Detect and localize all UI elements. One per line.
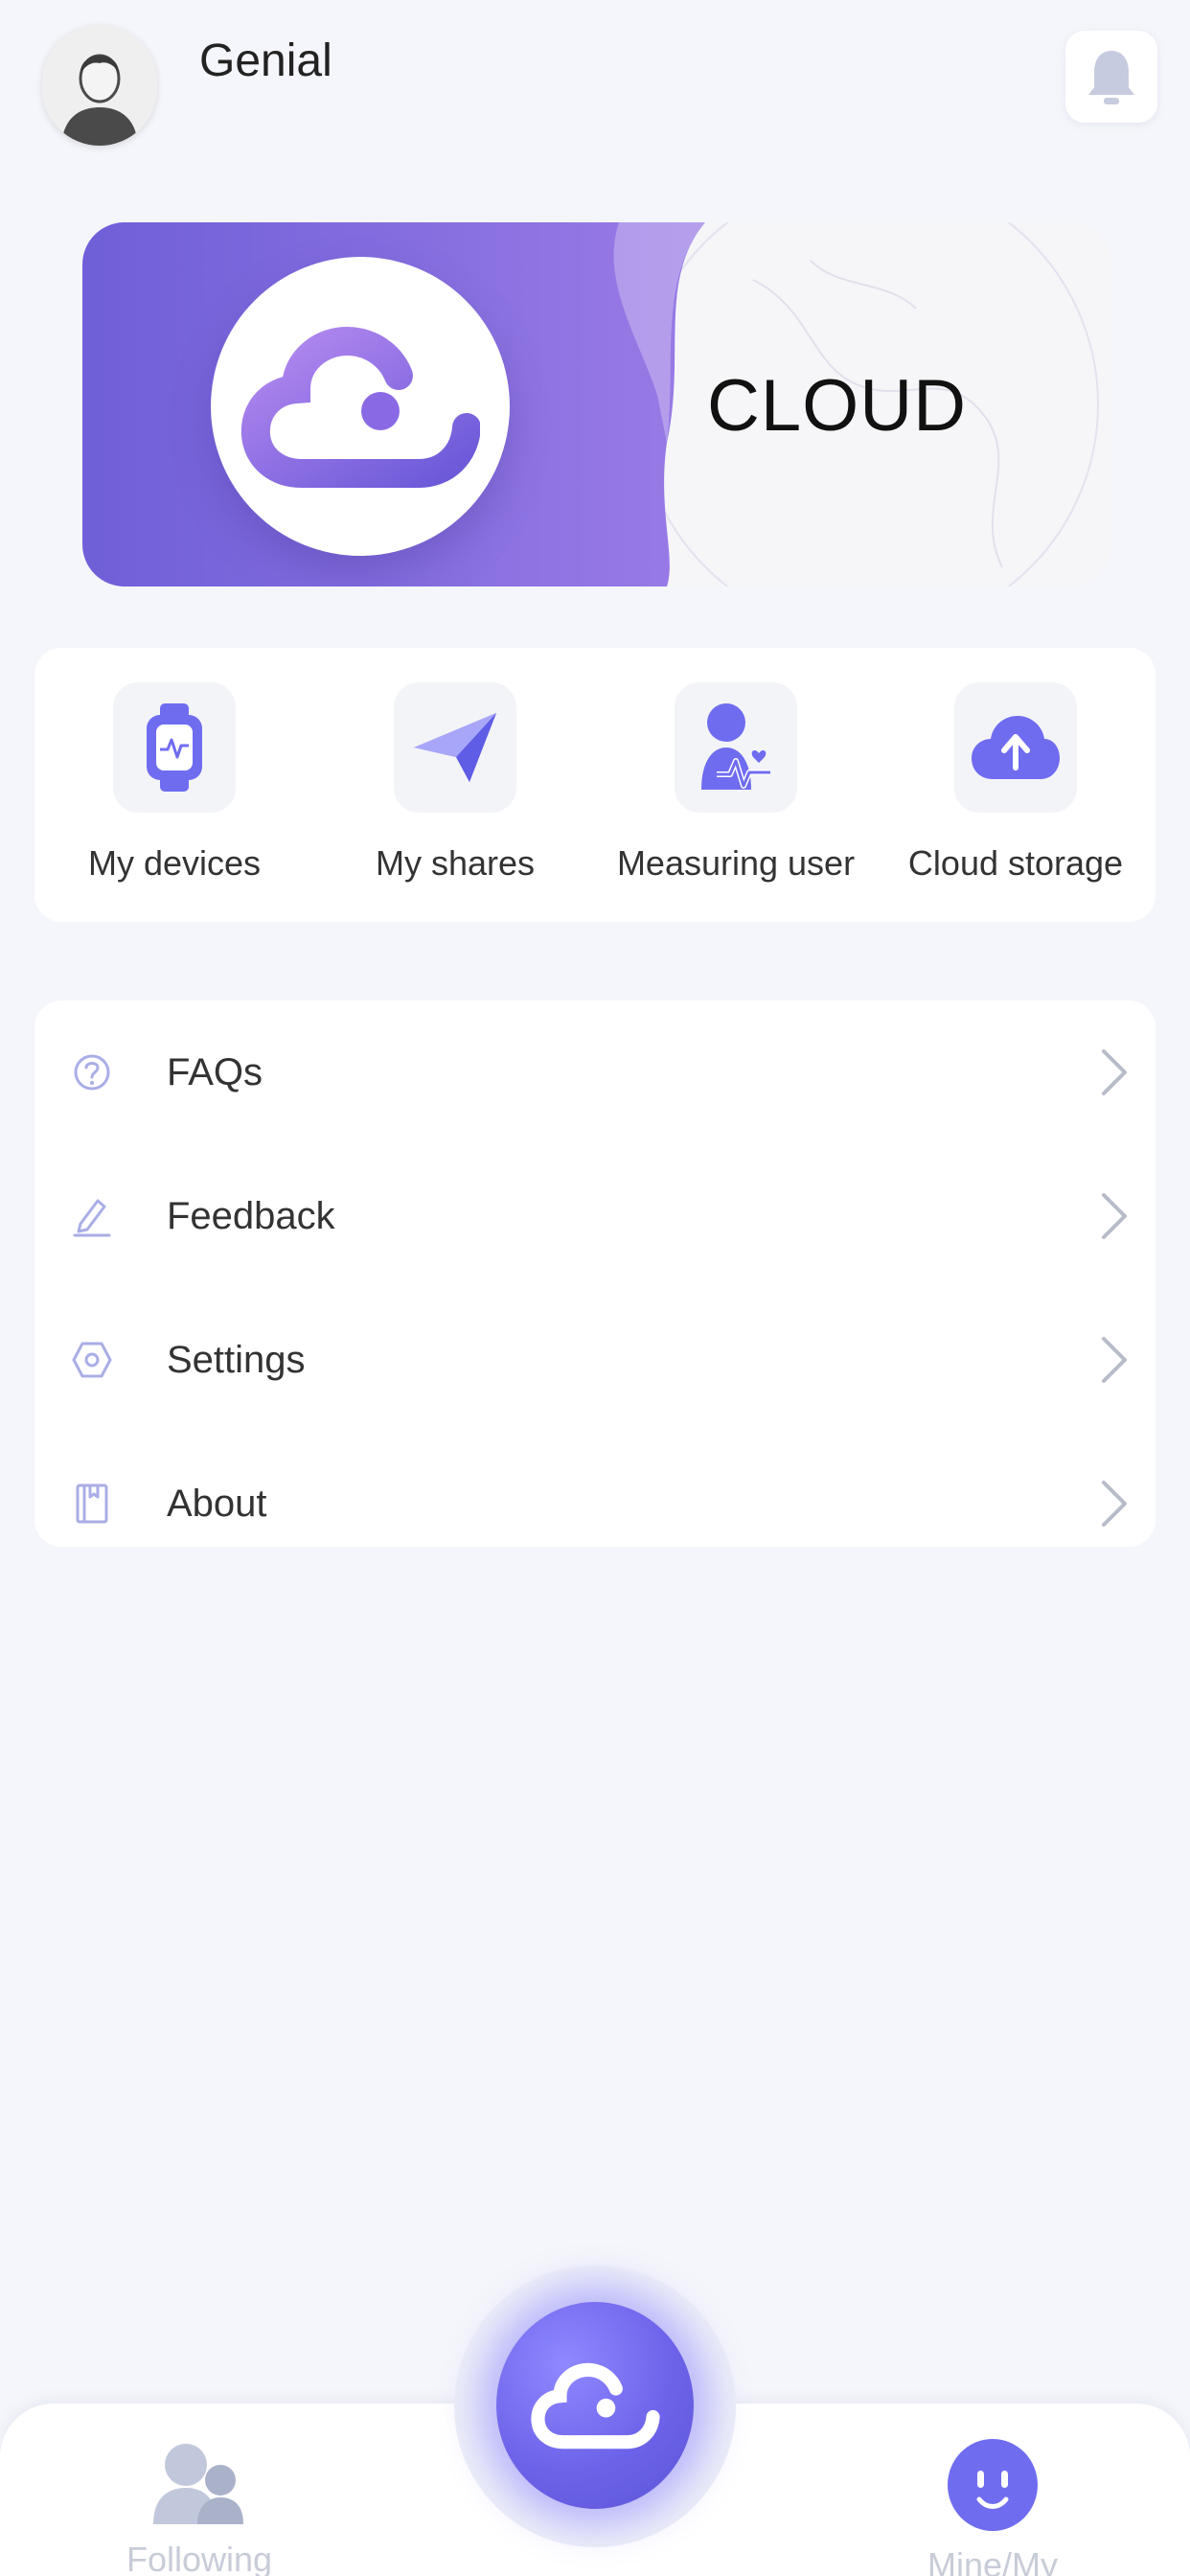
bell-icon (1088, 51, 1134, 104)
smartwatch-icon (147, 703, 202, 792)
cloud-upload-icon (972, 716, 1060, 779)
cloud-logo-icon (531, 2362, 660, 2450)
user-heartbeat-icon (701, 703, 770, 790)
menu-item-settings[interactable]: Settings (34, 1288, 1156, 1432)
quick-actions: My devices My shares Measuring user Clou… (34, 648, 1156, 922)
menu-list: FAQs Feedback Settings About (34, 1000, 1156, 1547)
qa-icon-box (113, 682, 236, 813)
menu-item-label: FAQs (167, 1050, 263, 1093)
avatar[interactable] (42, 25, 157, 146)
menu-item-label: Settings (167, 1338, 306, 1381)
pencil-icon (63, 1187, 121, 1245)
tab-label: Following (126, 2540, 273, 2576)
qa-icon-box (675, 682, 797, 813)
qa-label: My shares (375, 843, 536, 883)
user-avatar-icon (42, 25, 157, 146)
tab-following[interactable]: Following (103, 2442, 295, 2576)
paper-plane-icon (414, 713, 496, 782)
my-devices-button[interactable]: My devices (34, 682, 314, 903)
menu-item-feedback[interactable]: Feedback (34, 1144, 1156, 1288)
question-circle-icon (63, 1044, 121, 1101)
qa-label: My devices (87, 843, 262, 883)
my-shares-button[interactable]: My shares (315, 682, 595, 903)
cloud-storage-button[interactable]: Cloud storage (876, 682, 1156, 903)
cloud-logo (211, 257, 510, 556)
qa-icon-box (954, 682, 1077, 813)
measuring-user-button[interactable]: Measuring user (596, 682, 876, 903)
cloud-logo-icon (240, 327, 480, 488)
qa-label: Cloud storage (907, 843, 1124, 883)
hexagon-gear-icon (63, 1331, 121, 1389)
username: Genial (199, 35, 332, 86)
qa-icon-box (394, 682, 516, 813)
menu-item-faqs[interactable]: FAQs (34, 1000, 1156, 1144)
chevron-right-icon (1102, 1193, 1127, 1239)
menu-item-label: Feedback (167, 1194, 335, 1237)
chevron-right-icon (1102, 1481, 1127, 1527)
cloud-banner[interactable]: CLOUD (82, 222, 1111, 586)
banner-title: CLOUD (707, 365, 968, 447)
header: Genial (0, 0, 1190, 163)
menu-item-about[interactable]: About (34, 1432, 1156, 1576)
tab-label: Mine/My (927, 2545, 1059, 2576)
smiley-face-icon (948, 2439, 1038, 2531)
notification-button[interactable] (1065, 31, 1157, 123)
chevron-right-icon (1102, 1337, 1127, 1383)
menu-item-label: About (167, 1482, 267, 1525)
qa-label: Measuring user (616, 843, 856, 883)
book-icon (63, 1475, 121, 1532)
tab-mine[interactable]: Mine/My (897, 2438, 1088, 2576)
people-icon (153, 2444, 243, 2524)
center-cloud-button[interactable] (496, 2302, 694, 2509)
chevron-right-icon (1102, 1049, 1127, 1095)
